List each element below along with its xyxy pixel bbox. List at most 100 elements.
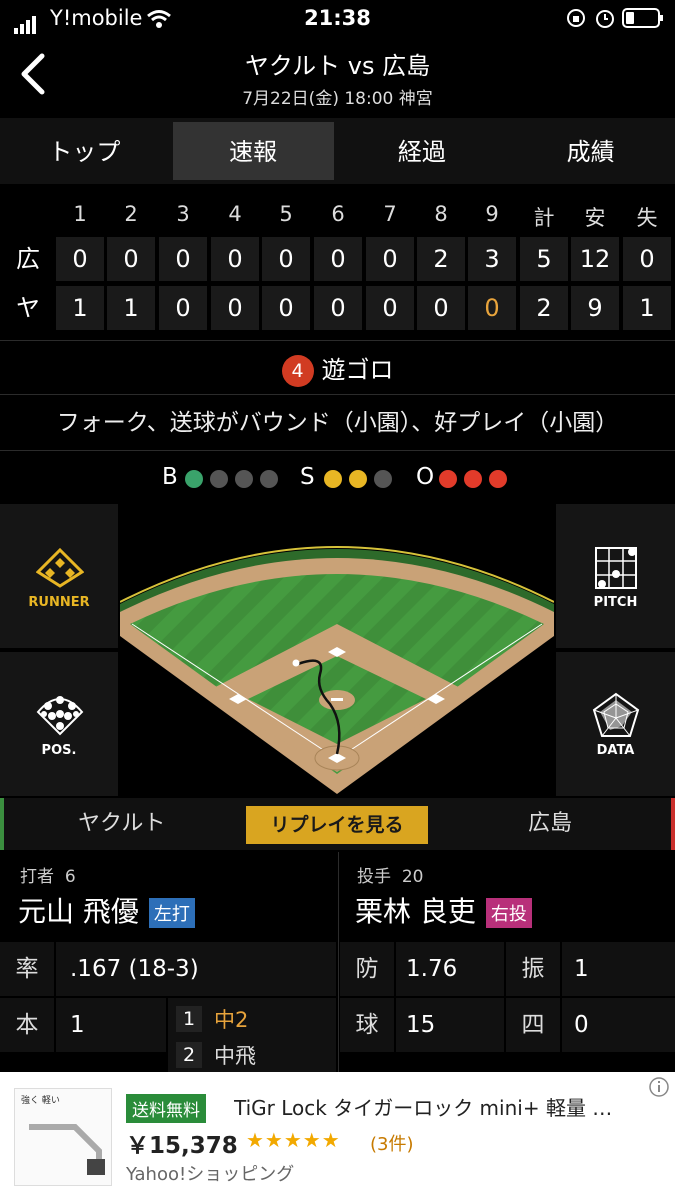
walks-key: 四 [506, 998, 560, 1052]
history-no: 2 [176, 1042, 202, 1068]
divider [0, 450, 675, 451]
positions-label: POS. [41, 743, 77, 758]
tab-progress[interactable]: 経過 [342, 122, 503, 180]
positions-button[interactable]: POS. [0, 652, 118, 796]
inning-header: 7 [383, 202, 397, 226]
out-dot [489, 469, 507, 488]
score-cell: 0 [56, 237, 104, 281]
runner-button[interactable]: RUNNER [0, 504, 118, 648]
tab-live[interactable]: 速報 [172, 122, 334, 180]
ad-price: ￥15,378 [126, 1133, 238, 1159]
app-root: Y!mobile 21:38 ヤクルト vs 広島 7月22日(金) 18:00… [0, 0, 675, 1200]
score-cell: 1 [56, 286, 104, 330]
score-cell: 2 [417, 237, 465, 281]
score-cell: 0 [211, 286, 259, 330]
score-cell: 0 [159, 286, 207, 330]
runner-label: RUNNER [28, 595, 90, 610]
outs-indicator [432, 465, 507, 491]
ball-count: B S O [0, 456, 675, 500]
inning-header: 失 [636, 206, 658, 230]
score-cell: 12 [571, 237, 619, 281]
batting-avg-value: .167 (18-3) [56, 942, 336, 996]
batter-name: 元山 飛優 [18, 895, 139, 928]
ball-dot [235, 469, 253, 488]
at-bat-history: 1 中2 2 中飛 [168, 998, 336, 1072]
ad-banner[interactable]: 強く 軽い 送料無料 TiGr Lock タイガーロック mini+ 軽量 … … [0, 1072, 675, 1200]
pitcher-number: 20 [401, 867, 424, 887]
data-label: DATA [596, 743, 635, 758]
ad-info-icon[interactable] [648, 1076, 670, 1098]
team-left[interactable]: ヤクルト [78, 798, 165, 850]
pitch-label: PITCH [593, 595, 638, 610]
strikeout-value: 1 [562, 942, 675, 996]
score-cell: 0 [314, 286, 362, 330]
ad-source: Yahoo!ショッピング [126, 1164, 295, 1185]
review-count: (3件) [370, 1134, 414, 1155]
score-cell: 1 [623, 286, 671, 330]
baseball-field [119, 546, 555, 794]
strikeout-key: 振 [506, 942, 560, 996]
strikes-label: S [300, 464, 315, 490]
alarm-icon [596, 10, 614, 28]
pitches-value: 15 [396, 998, 504, 1052]
play-result-text: 遊ゴロ [321, 356, 394, 384]
score-cell: 0 [366, 286, 414, 330]
batter-role: 打者 [20, 867, 54, 887]
batter-order-badge: 4 [281, 355, 314, 387]
pitches-key: 球 [340, 998, 394, 1052]
tab-stats[interactable]: 成績 [510, 122, 671, 180]
pitch-button[interactable]: PITCH [556, 504, 675, 648]
status-bar: Y!mobile 21:38 [0, 0, 675, 38]
batter-header: 打者 6 [20, 862, 76, 887]
score-cell: 0 [314, 237, 362, 281]
play-result: 4 遊ゴロ [0, 346, 675, 394]
pitcher-role: 投手 [357, 867, 391, 887]
inning-header: 安 [584, 206, 606, 230]
score-cell: 0 [262, 286, 310, 330]
score-cell: 9 [571, 286, 619, 330]
product-image-caption: 強く 軽い [21, 1096, 60, 1106]
score-cell: 0 [107, 237, 155, 281]
strikes-indicator [317, 465, 392, 491]
game-title: ヤクルト vs 広島 [244, 52, 431, 80]
product-image: 強く 軽い [14, 1088, 112, 1186]
tab-bar: トップ 速報 経過 成績 [0, 118, 675, 184]
score-cell: 0 [417, 286, 465, 330]
positions-icon [36, 696, 84, 736]
era-value: 1.76 [396, 942, 504, 996]
free-shipping-badge: 送料無料 [126, 1094, 206, 1123]
divider [0, 394, 675, 395]
tab-top[interactable]: トップ [4, 122, 165, 180]
inning-header: 9 [485, 202, 499, 226]
score-cell: 0 [211, 237, 259, 281]
team-right[interactable]: 広島 [528, 798, 572, 850]
runner-icon [36, 548, 84, 588]
history-result: 中2 [214, 1008, 249, 1032]
battery-icon [622, 8, 663, 28]
play-description: フォーク、送球がバウンド（小園）、好プレイ（小園） [56, 410, 619, 436]
field-view [119, 504, 555, 796]
pitcher[interactable]: 栗林 良吏 右投 [355, 890, 532, 930]
score-cell: 0 [262, 237, 310, 281]
inning-header: 6 [331, 202, 345, 226]
score-cell: 2 [520, 286, 568, 330]
data-button[interactable]: DATA [556, 652, 675, 796]
inning-header: 3 [176, 202, 190, 226]
pitcher-name: 栗林 良吏 [355, 895, 476, 928]
inning-header: 8 [434, 202, 448, 226]
history-result: 中飛 [214, 1044, 256, 1068]
hr-value: 1 [56, 998, 166, 1052]
balls-label: B [162, 464, 178, 490]
ad-product-name: TiGr Lock タイガーロック mini+ 軽量 … [234, 1096, 613, 1120]
replay-button[interactable]: リプレイを見る [246, 806, 428, 844]
score-cell: 0 [468, 286, 516, 330]
inning-header: 4 [228, 202, 242, 226]
batting-avg-key: 率 [0, 942, 54, 996]
strike-dot [374, 469, 392, 488]
inning-header: 5 [279, 202, 293, 226]
batter[interactable]: 元山 飛優 左打 [18, 890, 195, 930]
rating-stars-icon: ★★★★★ [246, 1128, 341, 1152]
away-team-color [671, 798, 675, 850]
home-team-color [0, 798, 4, 850]
radar-chart-icon [592, 692, 640, 737]
